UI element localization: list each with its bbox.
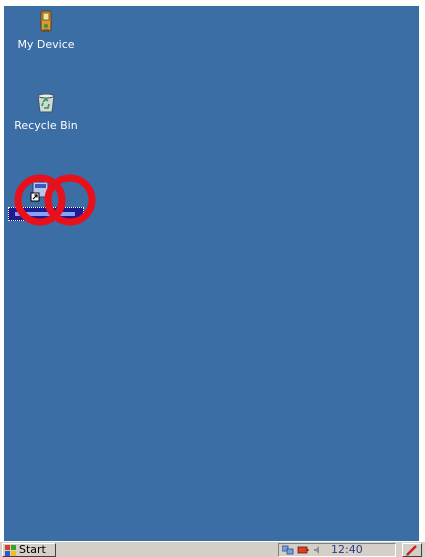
device-screen: My Device Recycle Bin Start 12:40 bbox=[0, 0, 425, 557]
recycle-bin-icon bbox=[34, 91, 58, 115]
desktop[interactable]: My Device Recycle Bin bbox=[4, 6, 419, 541]
speaker-icon[interactable] bbox=[312, 545, 324, 555]
taskbar: Start 12:40 bbox=[0, 541, 425, 557]
annotation-circle-right bbox=[44, 174, 96, 226]
pen-input-icon bbox=[406, 545, 417, 556]
battery-icon[interactable] bbox=[297, 545, 309, 555]
network-icon[interactable] bbox=[282, 545, 294, 555]
desktop-icon-label: Recycle Bin bbox=[14, 119, 78, 132]
system-tray: 12:40 bbox=[278, 543, 396, 557]
desktop-icon-my-device[interactable]: My Device bbox=[6, 10, 86, 51]
input-panel-button[interactable] bbox=[402, 543, 422, 557]
annotation-circles bbox=[14, 174, 96, 226]
desktop-icon-recycle-bin[interactable]: Recycle Bin bbox=[6, 91, 86, 132]
start-button[interactable]: Start bbox=[2, 543, 56, 557]
handheld-device-icon bbox=[34, 10, 58, 34]
clock[interactable]: 12:40 bbox=[331, 544, 363, 556]
desktop-icon-label: My Device bbox=[17, 38, 75, 51]
windows-flag-icon bbox=[5, 544, 16, 556]
start-label: Start bbox=[19, 543, 46, 556]
